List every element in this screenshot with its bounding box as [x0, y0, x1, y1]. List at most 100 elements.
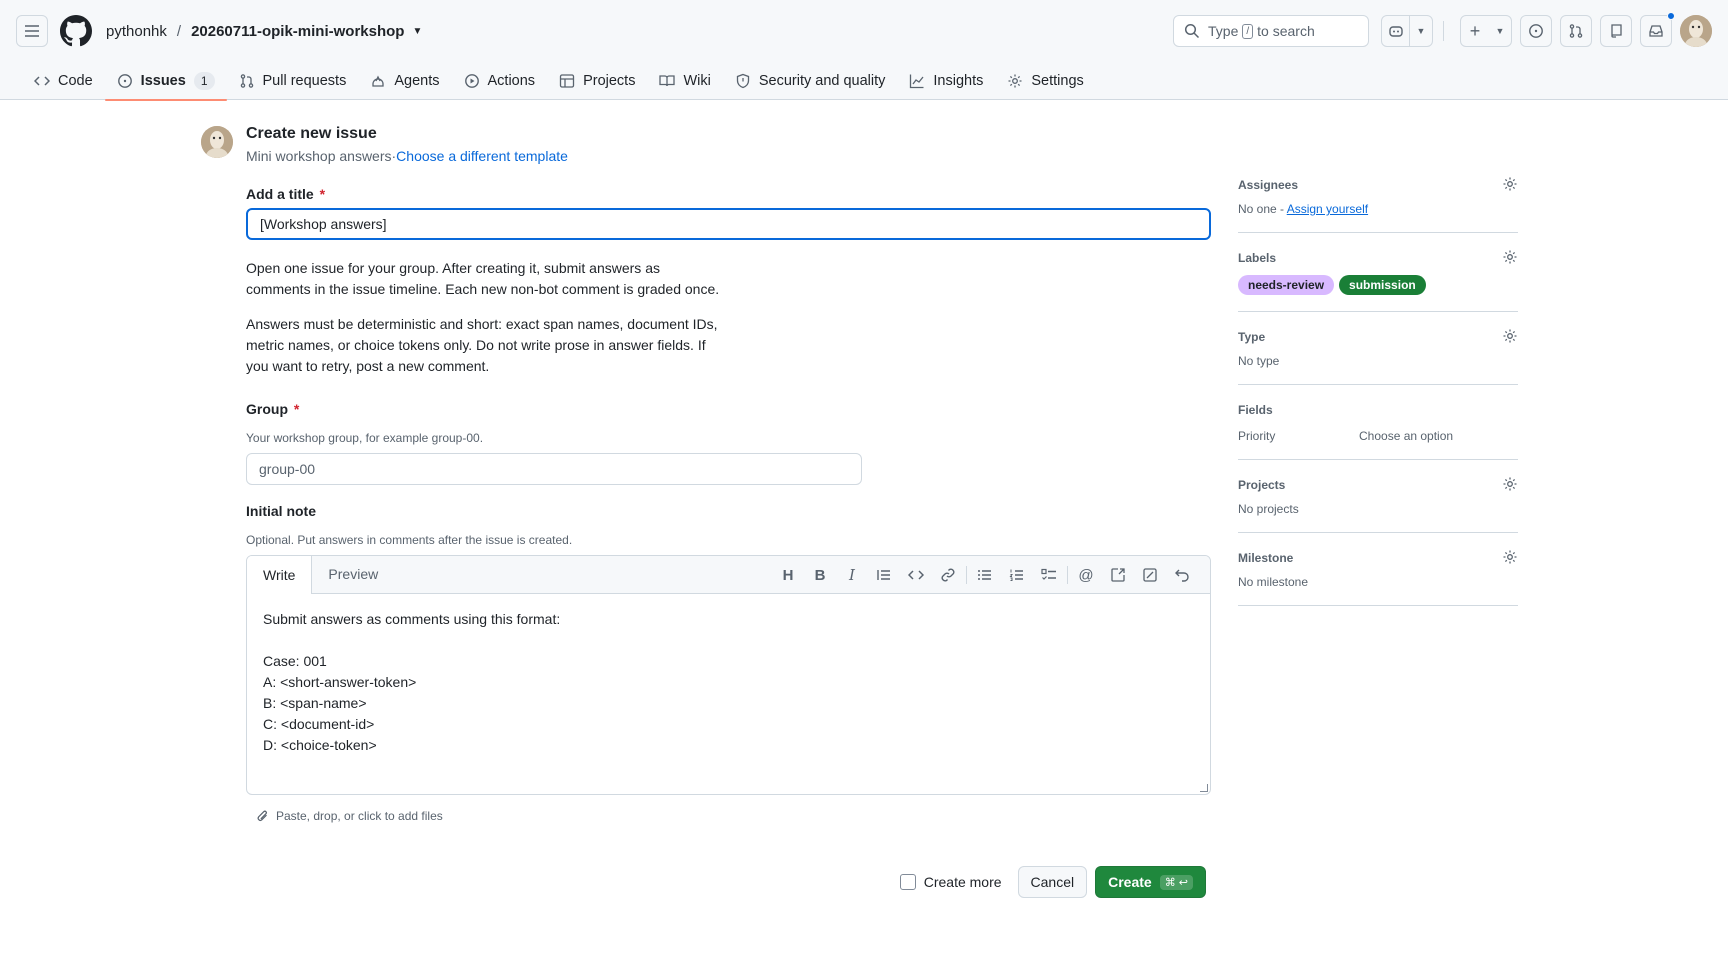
gear-icon[interactable]: [1502, 328, 1518, 344]
pull-requests-icon[interactable]: [1560, 15, 1592, 47]
template-info: Mini workshop answers·Choose a different…: [246, 148, 1206, 164]
assignees-value: No one - Assign yourself: [1238, 202, 1518, 216]
assignees-none: No one -: [1238, 202, 1285, 216]
chevron-down-icon[interactable]: ▼: [412, 26, 422, 37]
gear-icon[interactable]: [1502, 476, 1518, 492]
divider: [966, 566, 967, 584]
global-bar: pythonhk / 20260711-opik-mini-workshop ▼…: [0, 0, 1728, 62]
shield-icon: [736, 73, 749, 89]
tab-security[interactable]: Security and quality: [723, 62, 898, 100]
plus-icon[interactable]: +: [1461, 16, 1489, 46]
breadcrumb-owner[interactable]: pythonhk: [106, 23, 167, 40]
required-mark: *: [293, 401, 300, 417]
tab-label: Code: [58, 73, 93, 89]
menu-icon[interactable]: [16, 15, 48, 47]
quote-icon[interactable]: [868, 567, 900, 583]
note-label: Initial note: [246, 503, 316, 519]
title-label: Add a title *: [246, 186, 1206, 202]
tab-agents[interactable]: Agents: [358, 62, 451, 100]
group-input[interactable]: group-00: [246, 453, 862, 485]
search-input[interactable]: Type / to search: [1173, 15, 1369, 47]
tab-label: Wiki: [683, 73, 711, 89]
main-content: Create new issue Mini workshop answers·C…: [0, 100, 1728, 958]
tab-actions[interactable]: Actions: [452, 62, 548, 100]
template-name: Mini workshop answers: [246, 148, 392, 164]
page-title: Create new issue: [246, 125, 377, 142]
formatting-tools: H B I @: [772, 556, 1198, 594]
create-more-checkbox[interactable]: Create more: [899, 874, 1002, 890]
gear-icon[interactable]: [1502, 549, 1518, 565]
breadcrumb-separator: /: [176, 22, 182, 40]
choose-template-link[interactable]: Choose a different template: [396, 148, 568, 164]
copilot-button[interactable]: ▼: [1381, 15, 1433, 47]
editor-toolbar: Write Preview H B I @: [247, 556, 1210, 594]
inbox-icon[interactable]: [1640, 12, 1675, 47]
task-list-icon[interactable]: [1033, 567, 1065, 583]
checkbox[interactable]: [899, 874, 916, 890]
tab-preview[interactable]: Preview: [312, 556, 394, 593]
label-needs-review[interactable]: needs-review: [1238, 275, 1335, 295]
git-pull-request-icon: [240, 74, 253, 88]
gear-icon: [1008, 74, 1022, 88]
issue-opened-icon: [117, 74, 132, 88]
tab-wiki[interactable]: Wiki: [647, 62, 722, 100]
tab-label: Projects: [583, 73, 636, 89]
tab-insights[interactable]: Insights: [897, 62, 995, 100]
ordered-list-icon[interactable]: [1001, 567, 1033, 583]
tab-pull-requests[interactable]: Pull requests: [227, 62, 359, 100]
cross-reference-icon[interactable]: [1102, 567, 1134, 583]
issues-count-badge: 1: [193, 72, 215, 90]
code-icon[interactable]: [900, 567, 932, 583]
tab-projects[interactable]: Projects: [547, 62, 647, 100]
repo-icon[interactable]: [1600, 15, 1632, 47]
chevron-down-icon[interactable]: ▼: [1410, 16, 1432, 46]
mention-icon[interactable]: @: [1070, 567, 1102, 584]
link-icon[interactable]: [932, 567, 964, 583]
copilot-icon[interactable]: [1382, 16, 1410, 46]
attach-files[interactable]: Paste, drop, or click to add files: [256, 809, 1206, 823]
saved-replies-icon[interactable]: [1134, 567, 1166, 583]
cancel-button[interactable]: Cancel: [1017, 866, 1088, 898]
create-more-label: Create more: [923, 874, 1002, 890]
graph-icon: [910, 74, 924, 89]
title-input[interactable]: [Workshop answers]: [246, 208, 1211, 240]
app-header: pythonhk / 20260711-opik-mini-workshop ▼…: [0, 0, 1728, 101]
github-logo-icon[interactable]: [60, 15, 92, 47]
search-prefix: Type: [1208, 23, 1239, 39]
undo-icon[interactable]: [1166, 567, 1198, 583]
rules-paragraph: Answers must be deterministic and short:…: [246, 316, 718, 374]
breadcrumb-repo[interactable]: 20260711-opik-mini-workshop: [191, 23, 404, 40]
milestone-value: No milestone: [1238, 575, 1309, 589]
priority-select[interactable]: Choose an option: [1359, 429, 1453, 443]
create-new-button[interactable]: + ▼: [1460, 15, 1512, 47]
tab-label: Agents: [394, 73, 440, 89]
tab-label: Security and quality: [758, 73, 886, 89]
create-button[interactable]: Create ⌘ ↩: [1095, 866, 1206, 898]
tab-label: Pull requests: [262, 73, 347, 89]
italic-icon[interactable]: I: [836, 566, 868, 584]
tab-write[interactable]: Write: [247, 556, 313, 594]
tab-code[interactable]: Code: [22, 62, 105, 100]
user-avatar[interactable]: [1680, 15, 1712, 47]
labels-list: needs-review submission: [1238, 275, 1518, 295]
type-value: No type: [1238, 354, 1280, 368]
assign-yourself-link[interactable]: Assign yourself: [1287, 202, 1368, 216]
tab-settings[interactable]: Settings: [995, 62, 1095, 100]
group-hint: Your workshop group, for example group-0…: [246, 431, 484, 445]
projects-title: Projects: [1238, 478, 1286, 492]
search-icon: [1184, 23, 1200, 39]
bold-icon[interactable]: B: [804, 567, 836, 584]
tab-issues[interactable]: Issues 1: [104, 62, 227, 101]
group-label: Group *: [246, 401, 1206, 417]
unordered-list-icon[interactable]: [969, 567, 1001, 583]
label-submission[interactable]: submission: [1339, 275, 1426, 295]
gear-icon[interactable]: [1502, 176, 1518, 192]
gear-icon[interactable]: [1502, 249, 1518, 265]
resize-handle[interactable]: [1200, 784, 1208, 792]
editor-textarea[interactable]: Submit answers as comments using this fo…: [247, 594, 1210, 771]
heading-icon[interactable]: H: [772, 567, 804, 584]
fields-title: Fields: [1238, 403, 1273, 417]
paperclip-icon: [257, 810, 267, 821]
chevron-down-icon[interactable]: ▼: [1489, 16, 1511, 46]
issues-icon[interactable]: [1520, 15, 1552, 47]
